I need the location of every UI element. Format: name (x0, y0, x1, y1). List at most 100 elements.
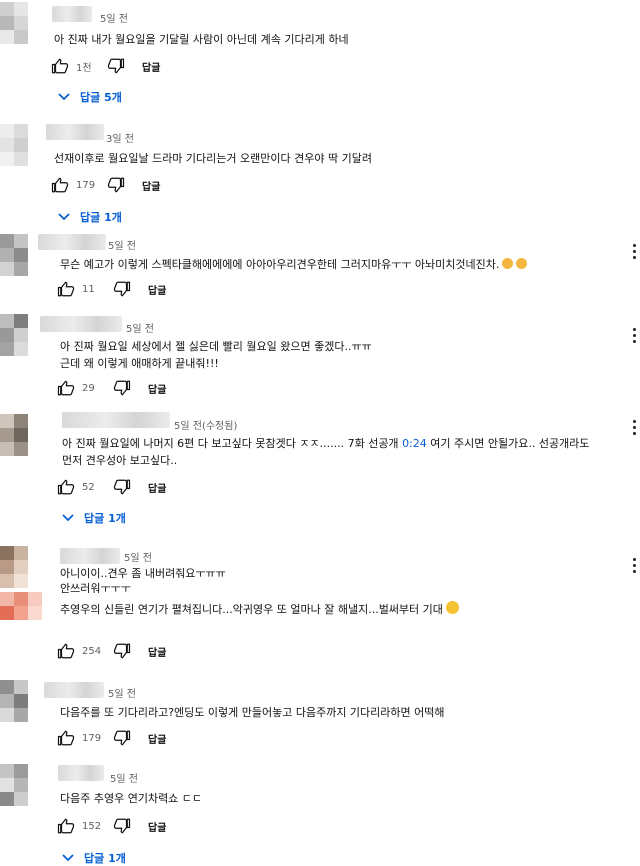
avatar[interactable] (0, 546, 44, 590)
thumbs-down-icon (107, 177, 125, 193)
like-count: 152 (82, 820, 102, 832)
replies-count: 답글 1개 (80, 211, 122, 224)
pleading-emoji-icon (502, 258, 514, 269)
comment-actions: 152 답글 (56, 815, 166, 837)
author-name[interactable] (40, 316, 122, 332)
more-options-button[interactable] (630, 244, 638, 259)
avatar[interactable] (0, 2, 44, 46)
avatar[interactable] (0, 414, 44, 458)
comment-text: 무슨 예고가 이렇게 스펙타클해에에에에 아아아우리견우한테 그러지마유ㅜㅜ 아… (60, 256, 528, 273)
reply-button[interactable]: 답글 (148, 480, 166, 495)
comment-text: 다음주 추영우 연기차력쇼 ㄷㄷ (60, 792, 203, 805)
avatar[interactable] (0, 314, 44, 358)
comment-actions: 179 답글 (56, 727, 166, 749)
reply-button[interactable]: 답글 (148, 282, 166, 297)
dislike-button[interactable] (112, 641, 132, 661)
avatar[interactable] (0, 680, 44, 724)
comment-time: 5일 전 (124, 553, 152, 564)
thumbs-down-icon (107, 58, 125, 74)
view-replies-button[interactable]: 답글 5개 (58, 89, 122, 105)
reply-button[interactable]: 답글 (148, 731, 166, 746)
avatar[interactable] (0, 124, 44, 168)
comment-actions: 11 답글 (56, 278, 166, 300)
like-button[interactable] (56, 378, 76, 398)
comment-thread: 5일 전 아 진짜 내가 월요일을 기달릴 사람이 아닌데 계속 기다리게 하네… (0, 0, 640, 115)
dislike-button[interactable] (112, 279, 132, 299)
comment-actions: 52 답글 (56, 476, 166, 498)
thumbs-up-icon (57, 281, 75, 297)
reply-button[interactable]: 답글 (142, 59, 160, 74)
like-button[interactable] (56, 279, 76, 299)
replies-count: 답글 1개 (84, 852, 126, 865)
like-button[interactable] (56, 477, 76, 497)
author-name[interactable] (44, 682, 104, 698)
thumbs-up-icon (57, 643, 75, 659)
thumbs-down-icon (113, 818, 131, 834)
comment-text: 아니이이..견우 좀 내버려줘요ㅜㅠㅠ 안쓰러워ㅜㅜㅜ 추영우의 신들린 연기가… (60, 566, 459, 617)
more-options-button[interactable] (630, 420, 638, 435)
author-name[interactable] (62, 412, 170, 428)
author-name[interactable] (46, 124, 104, 140)
thumbs-down-icon (113, 380, 131, 396)
chevron-down-icon (62, 514, 74, 522)
author-name[interactable] (58, 765, 104, 781)
thumbs-up-icon (57, 818, 75, 834)
comment-thread: 5일 전 아 진짜 월요일 세상에서 젤 싫은데 빨리 월요일 왔으면 좋겠다.… (0, 312, 640, 402)
like-count: 1천 (76, 62, 92, 74)
like-count: 179 (82, 732, 102, 744)
dislike-button[interactable] (112, 378, 132, 398)
comment-time: 3일 전 (106, 134, 134, 145)
comment-actions: 1천 답글 (50, 55, 160, 77)
like-count: 11 (82, 283, 95, 295)
view-replies-button[interactable]: 답글 1개 (58, 209, 122, 225)
more-options-button[interactable] (630, 558, 638, 573)
dislike-button[interactable] (112, 816, 132, 836)
pleading-emoji-icon (516, 258, 528, 269)
reply-button[interactable]: 답글 (148, 644, 166, 659)
chevron-down-icon (58, 93, 70, 101)
more-options-button[interactable] (630, 328, 638, 343)
like-count: 179 (76, 179, 96, 191)
comment-text: 선재이후로 월요일날 드라마 기다리는거 오랜만이다 견우야 딱 기달려 (54, 152, 372, 165)
dislike-button[interactable] (112, 728, 132, 748)
comment-time: 5일 전 (126, 324, 154, 335)
comment-actions: 29 답글 (56, 377, 166, 399)
comment-thread: 5일 전 다음주를 또 기다리라고?엔딩도 이렇게 만들어놓고 다음주까지 기다… (0, 678, 640, 758)
view-replies-button[interactable]: 답글 1개 (62, 510, 126, 526)
comment-actions: 254 답글 (56, 640, 166, 662)
timestamp-link[interactable]: 0:24 (402, 437, 427, 450)
reply-button[interactable]: 답글 (148, 381, 166, 396)
comment-time: 5일 전(수정됨) (174, 421, 238, 432)
like-button[interactable] (56, 816, 76, 836)
chevron-down-icon (58, 213, 70, 221)
thumbs-down-icon (113, 281, 131, 297)
dislike-button[interactable] (106, 175, 126, 195)
thumbs-down-icon (113, 479, 131, 495)
reply-button[interactable]: 답글 (148, 819, 166, 834)
thumbs-down-icon (113, 730, 131, 746)
reply-button[interactable]: 답글 (142, 178, 160, 193)
view-replies-button[interactable]: 답글 1개 (62, 850, 126, 866)
like-count: 254 (82, 645, 102, 657)
like-button[interactable] (56, 641, 76, 661)
comment-time: 5일 전 (108, 689, 136, 700)
comment-time: 5일 전 (108, 241, 136, 252)
like-count: 52 (82, 481, 95, 493)
avatar[interactable] (0, 592, 44, 628)
comment-thread: 5일 전 무슨 예고가 이렇게 스펙타클해에에에에 아아아우리견우한테 그러지마… (0, 232, 640, 310)
author-name[interactable] (52, 6, 92, 22)
dislike-button[interactable] (112, 477, 132, 497)
avatar[interactable] (0, 764, 44, 808)
comment-thread: 5일 전(수정됨) 아 진짜 월요일에 나머지 6편 다 보고싶다 못참겟다 ㅈ… (0, 404, 640, 536)
author-name[interactable] (60, 548, 120, 564)
like-button[interactable] (56, 728, 76, 748)
comment-text: 다음주를 또 기다리라고?엔딩도 이렇게 만들어놓고 다음주까지 기다리라하면 … (60, 706, 445, 719)
dislike-button[interactable] (106, 56, 126, 76)
thumbs-up-icon (51, 177, 69, 193)
like-button[interactable] (50, 56, 70, 76)
smiling-emoji-icon (445, 601, 459, 614)
replies-count: 답글 5개 (80, 91, 122, 104)
comment-time: 5일 전 (100, 14, 128, 25)
like-button[interactable] (50, 175, 70, 195)
author-name[interactable] (38, 234, 106, 250)
